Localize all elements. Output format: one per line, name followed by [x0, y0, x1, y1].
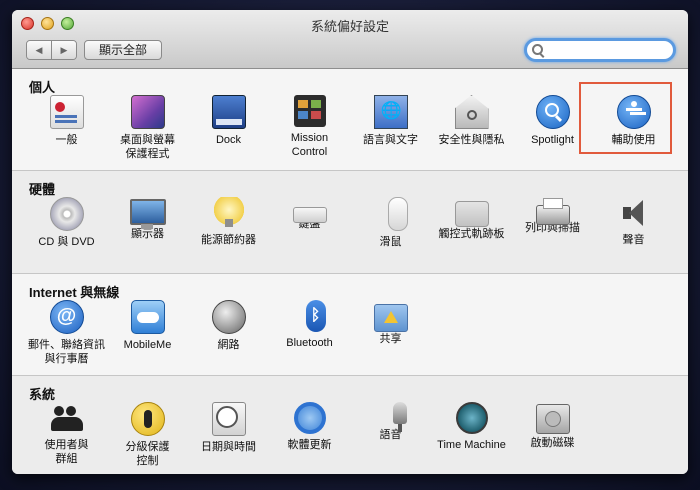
pref-bluetooth[interactable]: ᛒ Bluetooth: [269, 300, 350, 370]
pref-print-scan[interactable]: 列印與掃描: [512, 197, 593, 267]
pref-label: 日期與時間: [201, 441, 256, 453]
pref-time-machine[interactable]: Time Machine: [431, 402, 512, 472]
startup-disk-icon: [535, 404, 570, 434]
pref-mission-control[interactable]: Mission Control: [269, 95, 350, 165]
mail-contacts-calendars-icon: @: [49, 300, 84, 334]
pref-label: 能源節約器: [201, 234, 256, 246]
pref-general[interactable]: 一般: [26, 95, 107, 165]
pref-parental-controls[interactable]: 分級保護 控制: [107, 402, 188, 472]
pref-trackpad[interactable]: 觸控式軌跡板: [431, 197, 512, 267]
section-system: 系統 使用者與 群組 分級保護 控制 日期與時間 軟體更新 語音 Time Ma…: [12, 376, 688, 474]
pref-label: 共享: [379, 333, 402, 345]
displays-icon: [129, 199, 166, 229]
pref-software-update[interactable]: 軟體更新: [269, 402, 350, 472]
trackpad-icon: [454, 201, 489, 227]
window-title: 系統偏好設定: [310, 19, 389, 34]
desktop-screensaver-icon: [130, 95, 165, 129]
cd-dvd-icon: [49, 197, 84, 231]
time-machine-icon: [455, 402, 488, 434]
pref-dock[interactable]: Dock: [188, 95, 269, 165]
pref-mobileme[interactable]: MobileMe: [107, 300, 188, 370]
language-text-icon: [373, 95, 408, 129]
pref-label: 分級保護 控制: [125, 441, 170, 467]
pref-sharing[interactable]: 共享: [350, 300, 431, 370]
search-icon: [532, 44, 543, 55]
pref-desktop-screensaver[interactable]: 桌面與螢幕 保護程式: [107, 95, 188, 165]
section-title-system: 系統: [29, 387, 56, 402]
pref-cd-dvd[interactable]: CD 與 DVD: [26, 197, 107, 267]
pref-mouse[interactable]: 滑鼠: [350, 197, 431, 267]
toolbar: 系統偏好設定 ◀ ▶ 顯示全部: [12, 10, 688, 69]
pref-startup-disk[interactable]: 啟動磁碟: [512, 402, 593, 472]
pref-label: 聲音: [622, 234, 645, 246]
pref-label: Mission Control: [290, 132, 329, 158]
pref-keyboard[interactable]: 鍵盤: [269, 197, 350, 267]
keyboard-icon: [292, 207, 327, 223]
date-time-icon: [211, 402, 246, 436]
mouse-icon: [387, 197, 408, 231]
mission-control-icon: [293, 95, 326, 127]
print-scan-icon: [535, 198, 570, 225]
general-icon: [49, 95, 84, 129]
pref-label: MobileMe: [123, 339, 172, 351]
software-update-icon: [293, 402, 326, 434]
sound-icon: [620, 197, 648, 229]
back-button[interactable]: ◀: [27, 41, 51, 59]
pref-mail-contacts-calendars[interactable]: @ 郵件、聯絡資訊 與行事曆: [26, 300, 107, 370]
pref-label: Bluetooth: [286, 337, 333, 349]
pref-label: 桌面與螢幕 保護程式: [120, 134, 175, 160]
pref-energy-saver[interactable]: 能源節約器: [188, 197, 269, 267]
pref-label: 觸控式軌跡板: [438, 228, 505, 240]
section-hardware: 硬體 CD 與 DVD 顯示器 能源節約器 鍵盤 滑鼠 觸控式軌跡板 列印與掃描…: [12, 171, 688, 274]
pref-label: 使用者與 群組: [44, 439, 89, 465]
sharing-icon: [373, 304, 408, 332]
pref-label: 郵件、聯絡資訊 與行事曆: [28, 339, 105, 365]
pref-security-privacy[interactable]: 安全性與隱私: [431, 95, 512, 165]
pref-label: CD 與 DVD: [38, 236, 95, 248]
back-icon: ◀: [35, 44, 43, 55]
pref-label: Dock: [215, 134, 242, 146]
energy-saver-icon: [212, 197, 245, 229]
pref-label: 軟體更新: [287, 439, 332, 451]
pref-displays[interactable]: 顯示器: [107, 197, 188, 267]
parental-controls-icon: [130, 402, 165, 436]
section-title-hardware: 硬體: [29, 182, 56, 197]
pref-label: 安全性與隱私: [438, 134, 505, 146]
pref-language-text[interactable]: 語言與文字: [350, 95, 431, 165]
mobileme-icon: [130, 300, 165, 334]
pref-users-groups[interactable]: 使用者與 群組: [26, 402, 107, 472]
pref-label: 啟動磁碟: [530, 437, 575, 449]
section-internet-wireless: Internet 與無線 @ 郵件、聯絡資訊 與行事曆 MobileMe 網路 ᛒ…: [12, 274, 688, 376]
pref-label: Time Machine: [437, 439, 506, 451]
pref-label: 語音: [379, 429, 402, 441]
dock-icon: [211, 95, 246, 129]
search-input[interactable]: [547, 41, 665, 59]
pref-date-time[interactable]: 日期與時間: [188, 402, 269, 472]
pref-label: 滑鼠: [379, 236, 402, 248]
forward-button[interactable]: ▶: [51, 41, 76, 59]
bluetooth-icon: ᛒ: [305, 300, 326, 332]
show-all-button[interactable]: 顯示全部: [84, 40, 162, 60]
pref-label: 語言與文字: [363, 134, 418, 146]
pref-label: 一般: [55, 134, 78, 146]
search-field[interactable]: [524, 38, 676, 62]
pref-speech[interactable]: 語音: [350, 402, 431, 472]
pref-sound[interactable]: 聲音: [593, 197, 674, 267]
pref-label: 顯示器: [131, 228, 164, 240]
section-title-internet: Internet 與無線: [29, 285, 120, 300]
system-preferences-window: 系統偏好設定 ◀ ▶ 顯示全部 個人 一般 桌面與螢幕 保護程式 Dock Mi…: [12, 10, 688, 474]
spotlight-icon: [535, 95, 570, 129]
users-groups-icon: [50, 402, 83, 434]
speech-icon: [392, 402, 407, 432]
network-icon: [211, 300, 246, 334]
pref-network[interactable]: 網路: [188, 300, 269, 370]
highlight-box: [579, 82, 672, 154]
pref-label: 網路: [217, 339, 240, 351]
section-title-personal: 個人: [29, 80, 56, 95]
forward-icon: ▶: [60, 44, 68, 55]
security-privacy-icon: [454, 95, 489, 129]
nav-buttons: ◀ ▶: [26, 40, 77, 60]
